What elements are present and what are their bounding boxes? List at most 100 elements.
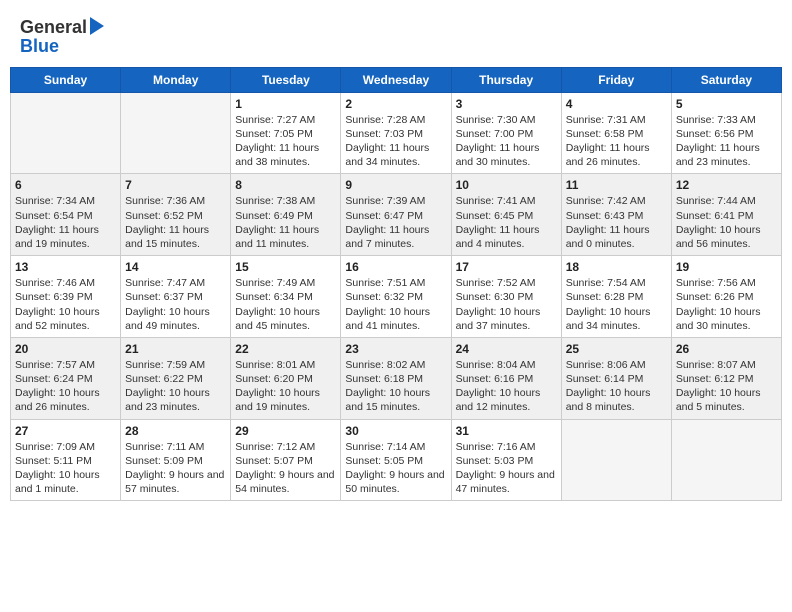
cell-info: Sunrise: 7:28 AMSunset: 7:03 PMDaylight:… — [345, 113, 446, 170]
day-number: 28 — [125, 424, 226, 438]
calendar-cell: 3Sunrise: 7:30 AMSunset: 7:00 PMDaylight… — [451, 92, 561, 174]
day-number: 29 — [235, 424, 336, 438]
calendar-week-row: 13 Sunrise: 7:46 AMSunset: 6:39 PMDayligh… — [11, 256, 782, 338]
cell-info: Sunrise: 7:41 AMSunset: 6:45 PMDaylight:… — [456, 194, 557, 251]
day-number: 19 — [676, 260, 777, 274]
day-number: 2 — [345, 97, 446, 111]
calendar-cell: 15Sunrise: 7:49 AMSunset: 6:34 PMDayligh… — [231, 256, 341, 338]
day-number: 1 — [235, 97, 336, 111]
calendar-cell: 7 Sunrise: 7:36 AMSunset: 6:52 PMDaylight… — [121, 174, 231, 256]
day-number: 16 — [345, 260, 446, 274]
cell-info: Sunrise: 7:54 AMSunset: 6:28 PMDaylight:… — [566, 276, 667, 333]
day-number: 4 — [566, 97, 667, 111]
cell-info: Sunrise: 7:36 AMSunset: 6:52 PMDaylight:… — [125, 194, 226, 251]
cell-info: Sunrise: 7:16 AMSunset: 5:03 PMDaylight:… — [456, 440, 557, 497]
weekday-header-tuesday: Tuesday — [231, 67, 341, 92]
calendar-cell: 19 Sunrise: 7:56 AMSunset: 6:26 PMDayligh… — [671, 256, 781, 338]
calendar-cell: 16 Sunrise: 7:51 AMSunset: 6:32 PMDayligh… — [341, 256, 451, 338]
cell-info: Sunrise: 8:01 AMSunset: 6:20 PMDaylight:… — [235, 358, 336, 415]
calendar-cell: 13 Sunrise: 7:46 AMSunset: 6:39 PMDayligh… — [11, 256, 121, 338]
day-number: 17 — [456, 260, 557, 274]
cell-info: Sunrise: 7:56 AMSunset: 6:26 PMDaylight:… — [676, 276, 777, 333]
cell-info: Sunrise: 7:44 AMSunset: 6:41 PMDaylight:… — [676, 194, 777, 251]
calendar-table: SundayMondayTuesdayWednesdayThursdayFrid… — [10, 67, 782, 501]
calendar-cell: 21 Sunrise: 7:59 AMSunset: 6:22 PMDayligh… — [121, 337, 231, 419]
calendar-cell: 10 Sunrise: 7:41 AMSunset: 6:45 PMDayligh… — [451, 174, 561, 256]
day-number: 20 — [15, 342, 116, 356]
cell-info: Sunrise: 7:12 AMSunset: 5:07 PMDaylight:… — [235, 440, 336, 497]
day-number: 8 — [235, 178, 336, 192]
day-number: 26 — [676, 342, 777, 356]
cell-info: Sunrise: 7:59 AMSunset: 6:22 PMDaylight:… — [125, 358, 226, 415]
calendar-cell: 11Sunrise: 7:42 AMSunset: 6:43 PMDayligh… — [561, 174, 671, 256]
day-number: 15 — [235, 260, 336, 274]
weekday-header-thursday: Thursday — [451, 67, 561, 92]
cell-info: Sunrise: 7:31 AMSunset: 6:58 PMDaylight:… — [566, 113, 667, 170]
day-number: 18 — [566, 260, 667, 274]
day-number: 25 — [566, 342, 667, 356]
weekday-header-friday: Friday — [561, 67, 671, 92]
logo-blue: Blue — [20, 36, 59, 57]
cell-info: Sunrise: 7:51 AMSunset: 6:32 PMDaylight:… — [345, 276, 446, 333]
weekday-header-sunday: Sunday — [11, 67, 121, 92]
calendar-cell: 28 Sunrise: 7:11 AMSunset: 5:09 PMDayligh… — [121, 419, 231, 501]
cell-info: Sunrise: 8:04 AMSunset: 6:16 PMDaylight:… — [456, 358, 557, 415]
cell-info: Sunrise: 7:52 AMSunset: 6:30 PMDaylight:… — [456, 276, 557, 333]
cell-info: Sunrise: 7:47 AMSunset: 6:37 PMDaylight:… — [125, 276, 226, 333]
cell-info: Sunrise: 8:06 AMSunset: 6:14 PMDaylight:… — [566, 358, 667, 415]
calendar-body: 1 Sunrise: 7:27 AMSunset: 7:05 PMDaylight… — [11, 92, 782, 500]
cell-info: Sunrise: 7:46 AMSunset: 6:39 PMDaylight:… — [15, 276, 116, 333]
cell-info: Sunrise: 7:39 AMSunset: 6:47 PMDaylight:… — [345, 194, 446, 251]
cell-info: Sunrise: 7:11 AMSunset: 5:09 PMDaylight:… — [125, 440, 226, 497]
calendar-cell — [561, 419, 671, 501]
cell-info: Sunrise: 7:09 AMSunset: 5:11 PMDaylight:… — [15, 440, 116, 497]
calendar-cell: 12 Sunrise: 7:44 AMSunset: 6:41 PMDayligh… — [671, 174, 781, 256]
calendar-cell — [671, 419, 781, 501]
calendar-header-row: SundayMondayTuesdayWednesdayThursdayFrid… — [11, 67, 782, 92]
calendar-cell: 17 Sunrise: 7:52 AMSunset: 6:30 PMDayligh… — [451, 256, 561, 338]
calendar-cell: 23 Sunrise: 8:02 AMSunset: 6:18 PMDayligh… — [341, 337, 451, 419]
calendar-cell: 29 Sunrise: 7:12 AMSunset: 5:07 PMDayligh… — [231, 419, 341, 501]
day-number: 6 — [15, 178, 116, 192]
calendar-cell: 20 Sunrise: 7:57 AMSunset: 6:24 PMDayligh… — [11, 337, 121, 419]
day-number: 12 — [676, 178, 777, 192]
calendar-cell: 18 Sunrise: 7:54 AMSunset: 6:28 PMDayligh… — [561, 256, 671, 338]
cell-info: Sunrise: 7:27 AMSunset: 7:05 PMDaylight:… — [235, 113, 336, 170]
calendar-week-row: 20 Sunrise: 7:57 AMSunset: 6:24 PMDayligh… — [11, 337, 782, 419]
day-number: 24 — [456, 342, 557, 356]
cell-info: Sunrise: 7:14 AMSunset: 5:05 PMDaylight:… — [345, 440, 446, 497]
calendar-cell: 22 Sunrise: 8:01 AMSunset: 6:20 PMDayligh… — [231, 337, 341, 419]
calendar-cell: 26Sunrise: 8:07 AMSunset: 6:12 PMDayligh… — [671, 337, 781, 419]
logo: General Blue — [20, 18, 104, 57]
day-number: 5 — [676, 97, 777, 111]
weekday-header-wednesday: Wednesday — [341, 67, 451, 92]
cell-info: Sunrise: 7:38 AMSunset: 6:49 PMDaylight:… — [235, 194, 336, 251]
weekday-header-saturday: Saturday — [671, 67, 781, 92]
calendar-cell: 30 Sunrise: 7:14 AMSunset: 5:05 PMDayligh… — [341, 419, 451, 501]
calendar-week-row: 6 Sunrise: 7:34 AMSunset: 6:54 PMDaylight… — [11, 174, 782, 256]
day-number: 7 — [125, 178, 226, 192]
calendar-cell: 27Sunrise: 7:09 AMSunset: 5:11 PMDayligh… — [11, 419, 121, 501]
day-number: 23 — [345, 342, 446, 356]
calendar-cell: 24 Sunrise: 8:04 AMSunset: 6:16 PMDayligh… — [451, 337, 561, 419]
cell-info: Sunrise: 7:33 AMSunset: 6:56 PMDaylight:… — [676, 113, 777, 170]
day-number: 10 — [456, 178, 557, 192]
calendar-cell: 14 Sunrise: 7:47 AMSunset: 6:37 PMDayligh… — [121, 256, 231, 338]
calendar-cell: 4 Sunrise: 7:31 AMSunset: 6:58 PMDaylight… — [561, 92, 671, 174]
day-number: 22 — [235, 342, 336, 356]
cell-info: Sunrise: 7:34 AMSunset: 6:54 PMDaylight:… — [15, 194, 116, 251]
day-number: 14 — [125, 260, 226, 274]
day-number: 13 — [15, 260, 116, 274]
calendar-cell: 9Sunrise: 7:39 AMSunset: 6:47 PMDaylight… — [341, 174, 451, 256]
calendar-cell: 5 Sunrise: 7:33 AMSunset: 6:56 PMDaylight… — [671, 92, 781, 174]
cell-info: Sunrise: 8:02 AMSunset: 6:18 PMDaylight:… — [345, 358, 446, 415]
day-number: 21 — [125, 342, 226, 356]
calendar-cell: 31 Sunrise: 7:16 AMSunset: 5:03 PMDayligh… — [451, 419, 561, 501]
calendar-cell: 1 Sunrise: 7:27 AMSunset: 7:05 PMDaylight… — [231, 92, 341, 174]
day-number: 31 — [456, 424, 557, 438]
day-number: 30 — [345, 424, 446, 438]
calendar-week-row: 1 Sunrise: 7:27 AMSunset: 7:05 PMDaylight… — [11, 92, 782, 174]
cell-info: Sunrise: 7:57 AMSunset: 6:24 PMDaylight:… — [15, 358, 116, 415]
calendar-cell: 6 Sunrise: 7:34 AMSunset: 6:54 PMDaylight… — [11, 174, 121, 256]
logo-arrow-icon — [90, 17, 104, 35]
